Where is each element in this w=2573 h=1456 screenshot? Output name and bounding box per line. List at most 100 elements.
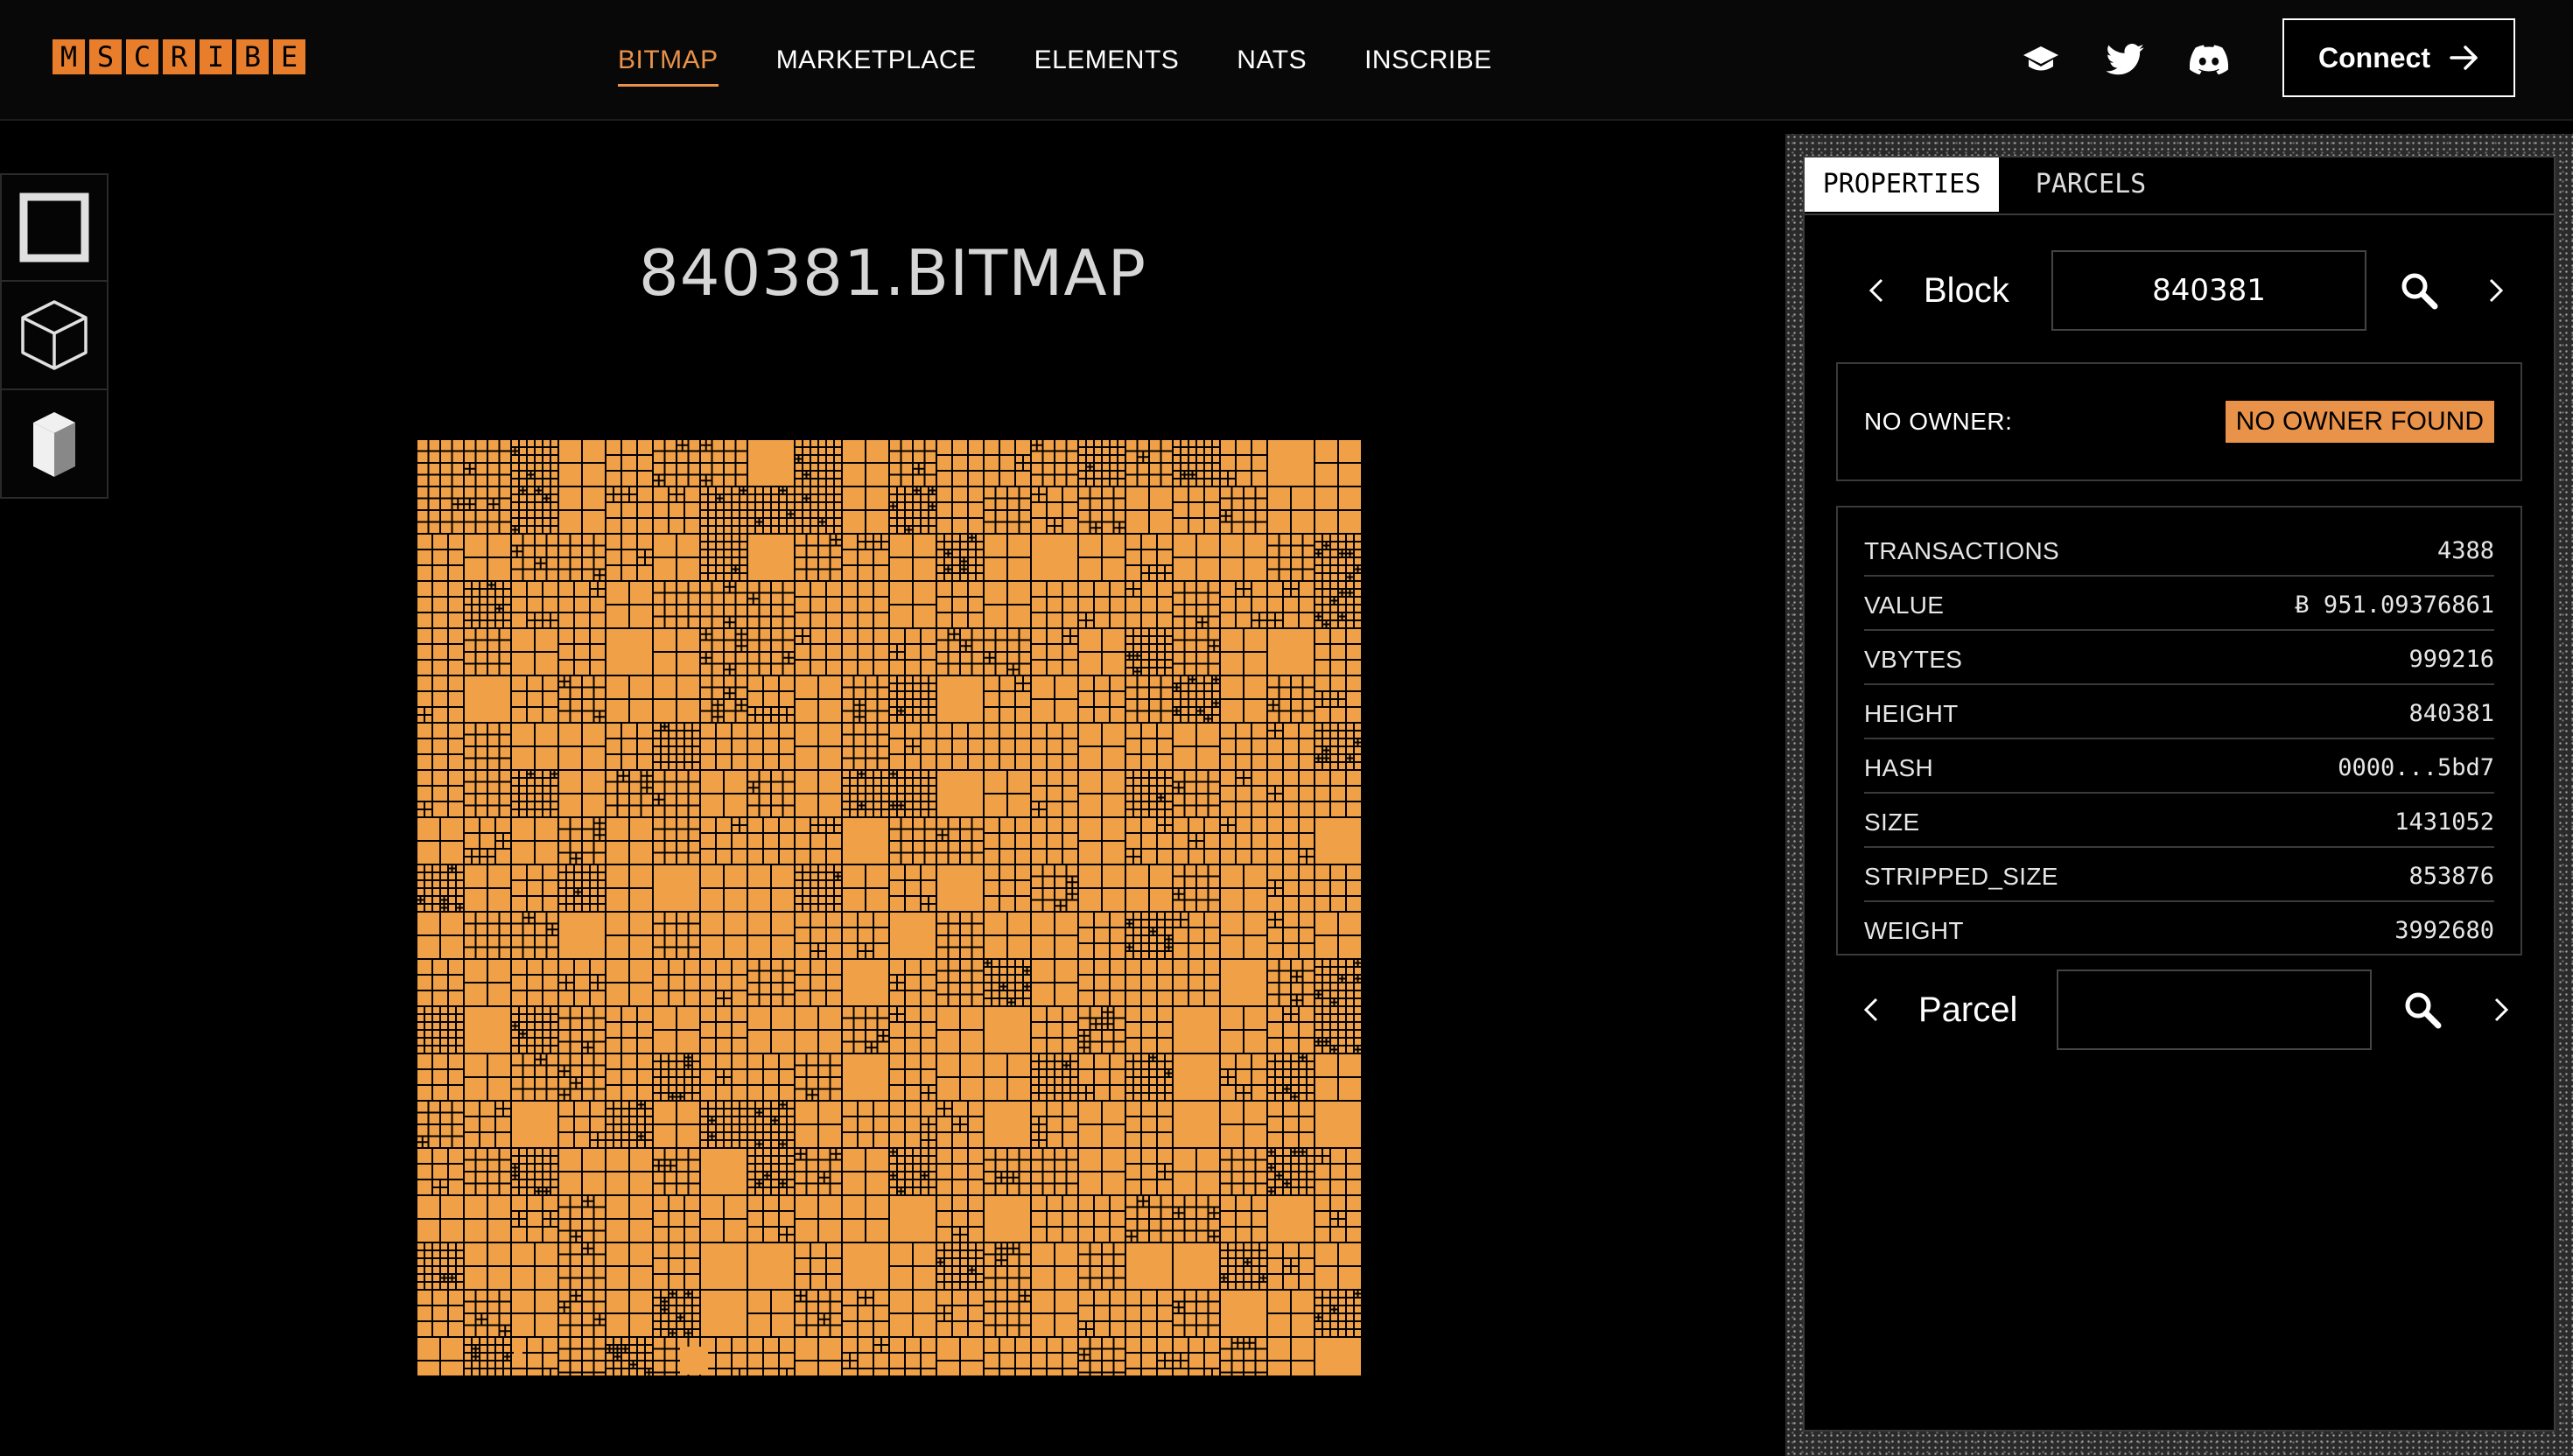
bitmap-block-map[interactable] xyxy=(417,439,1362,1376)
tx-square xyxy=(860,718,865,722)
tx-square xyxy=(783,1184,786,1186)
tx-square xyxy=(819,1031,841,1053)
tx-square xyxy=(583,1149,605,1171)
tx-square xyxy=(709,550,715,556)
cube-view-button[interactable] xyxy=(0,282,109,390)
tx-square xyxy=(1174,889,1178,893)
tx-square xyxy=(756,1141,759,1144)
tx-square xyxy=(1287,1089,1290,1092)
tx-square xyxy=(1197,617,1202,622)
tx-square xyxy=(425,1046,431,1053)
connect-button[interactable]: Connect xyxy=(2282,18,2515,97)
tx-square xyxy=(922,1102,936,1116)
tx-square xyxy=(1319,1039,1322,1041)
tx-square xyxy=(528,1015,534,1021)
tx-square xyxy=(1303,1152,1306,1155)
tx-square xyxy=(796,873,802,879)
tx-square xyxy=(1268,1168,1271,1171)
tx-square xyxy=(1284,850,1298,864)
tx-square xyxy=(1315,802,1329,816)
tx-square xyxy=(717,511,723,517)
tx-square xyxy=(543,519,550,525)
tx-square xyxy=(1000,960,1006,966)
tx-square xyxy=(827,527,833,533)
tx-square xyxy=(901,708,904,710)
tx-square xyxy=(1142,850,1156,864)
nav-marketplace[interactable]: MARKETPLACE xyxy=(776,33,977,87)
tx-square xyxy=(543,1031,550,1037)
tx-square xyxy=(859,1102,873,1116)
tx-square xyxy=(1189,480,1195,486)
square-view-button[interactable] xyxy=(0,173,109,282)
tx-square xyxy=(796,1102,817,1124)
tx-square xyxy=(866,487,888,509)
tx-square xyxy=(811,519,817,525)
tx-square xyxy=(677,1125,699,1147)
tx-square xyxy=(449,535,463,549)
tx-square xyxy=(819,1196,841,1218)
tx-square xyxy=(894,1176,896,1179)
tx-square xyxy=(819,487,825,494)
twitter-icon[interactable] xyxy=(2104,40,2146,79)
tx-square xyxy=(520,1180,526,1186)
tx-square xyxy=(567,873,573,879)
tx-square xyxy=(1268,1152,1271,1155)
tx-square xyxy=(654,948,664,958)
tx-square xyxy=(670,732,676,738)
tx-square xyxy=(1237,1086,1243,1092)
nav-elements[interactable]: ELEMENTS xyxy=(1034,33,1180,87)
tx-square xyxy=(1209,606,1219,616)
nav-nats[interactable]: NATS xyxy=(1237,33,1307,87)
tx-square xyxy=(706,445,712,451)
tx-square xyxy=(1032,739,1046,753)
tx-square xyxy=(1300,858,1306,864)
tx-square xyxy=(1169,936,1172,939)
tx-square xyxy=(914,535,936,556)
tx-square xyxy=(725,913,747,934)
tx-square xyxy=(480,582,487,588)
tx-square xyxy=(772,511,778,517)
tx-square xyxy=(659,800,664,805)
tx-square xyxy=(972,842,983,852)
tx-square xyxy=(740,818,747,824)
tx-square xyxy=(937,853,948,864)
tx-square xyxy=(452,865,455,868)
tx-square xyxy=(606,456,620,470)
tx-square xyxy=(937,995,948,1005)
tx-square xyxy=(717,976,731,990)
tx-square xyxy=(1303,570,1314,580)
tx-square xyxy=(1197,782,1208,793)
docs-icon[interactable] xyxy=(2020,40,2062,79)
tx-square xyxy=(559,645,573,659)
mscribe-logo[interactable]: M S C R I B E xyxy=(53,39,305,78)
tx-square xyxy=(843,944,857,958)
tx-square xyxy=(476,759,487,769)
tx-square xyxy=(460,908,463,911)
tx-square xyxy=(606,1149,628,1171)
nav-inscribe[interactable]: INSCRIBE xyxy=(1364,33,1492,87)
tx-square xyxy=(1103,472,1109,478)
tx-square xyxy=(1158,653,1164,659)
tx-square xyxy=(827,582,841,596)
tx-square xyxy=(827,913,841,927)
discord-icon[interactable] xyxy=(2188,40,2230,79)
tx-square xyxy=(543,787,550,793)
tx-square xyxy=(1055,527,1062,533)
tx-square xyxy=(1221,865,1243,887)
tx-square xyxy=(654,1160,658,1166)
square-view-icon xyxy=(19,192,89,262)
tx-square xyxy=(1347,613,1353,620)
tx-square xyxy=(417,881,424,887)
tx-square xyxy=(1103,1172,1125,1194)
tx-square xyxy=(1276,920,1282,927)
tx-square xyxy=(1120,522,1125,528)
tx-square xyxy=(677,936,688,947)
nav-bitmap[interactable]: BITMAP xyxy=(618,33,719,87)
tx-square xyxy=(1221,1149,1231,1159)
tx-square xyxy=(515,1023,518,1026)
tx-square xyxy=(1090,522,1096,528)
building-view-button[interactable] xyxy=(0,390,109,499)
tx-square xyxy=(1158,834,1172,848)
tx-square xyxy=(515,1165,518,1167)
tx-square xyxy=(1209,1196,1219,1207)
